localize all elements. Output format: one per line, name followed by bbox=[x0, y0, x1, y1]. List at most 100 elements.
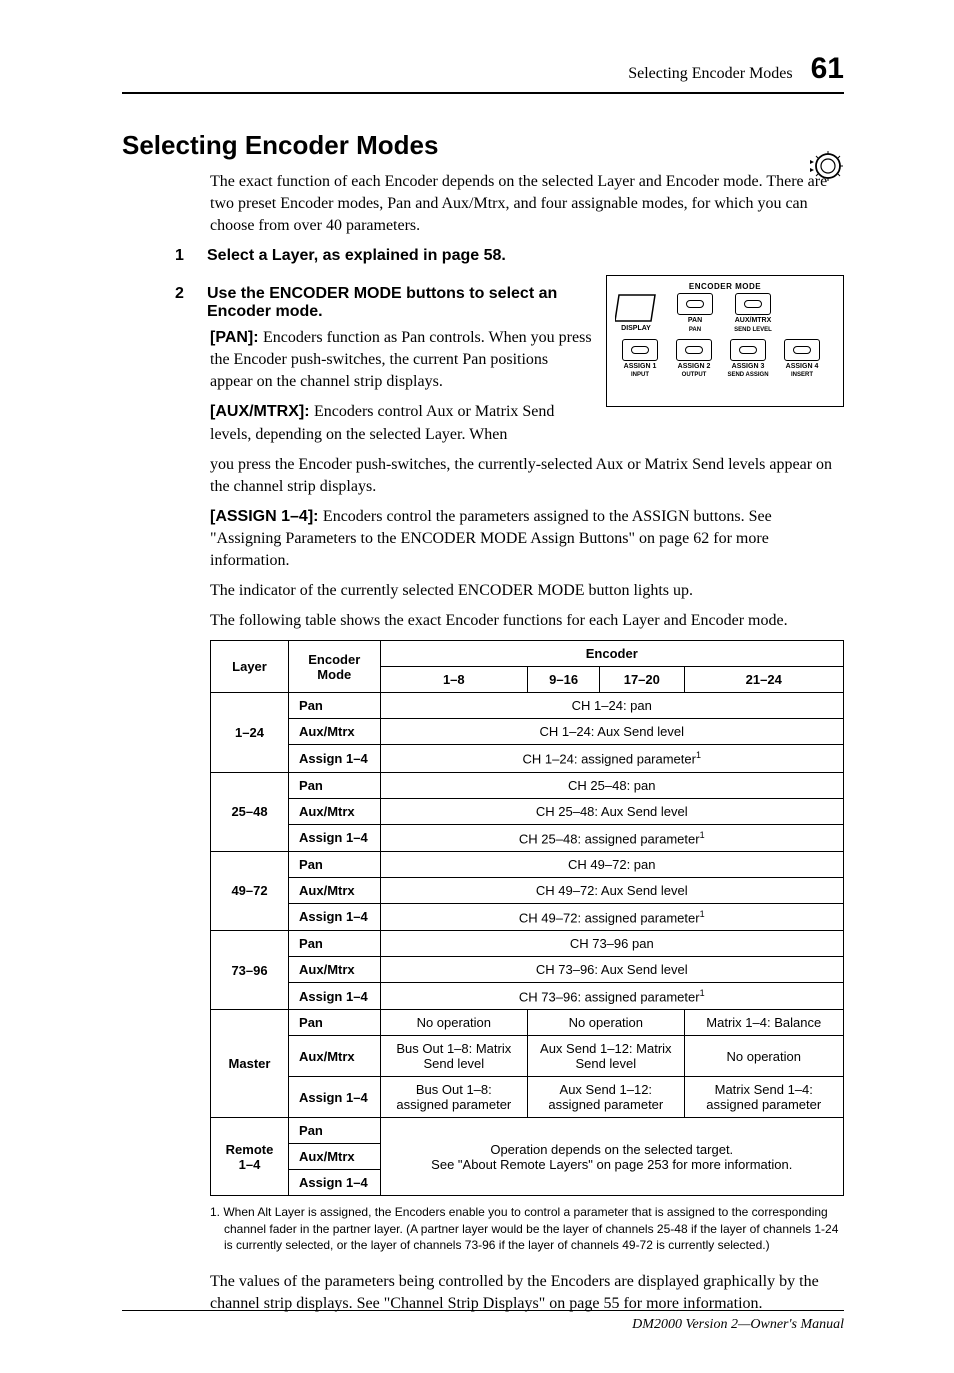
assign-2-button: ASSIGN 2 OUTPUT bbox=[669, 339, 719, 378]
table-cell: CH 1–24: assigned parameter1 bbox=[380, 745, 843, 772]
step-1: 1 Select a Layer, as explained in page 5… bbox=[175, 247, 844, 265]
mode-cell: Aux/Mtrx bbox=[289, 957, 380, 983]
aux-btn-sub: SEND LEVEL bbox=[734, 327, 772, 333]
aux-description-2: you press the Encoder push-switches, the… bbox=[210, 454, 844, 498]
th-encoder: Encoder bbox=[380, 641, 843, 667]
assign1-sub: INPUT bbox=[631, 372, 649, 378]
assign1-label: ASSIGN 1 bbox=[624, 363, 657, 370]
mode-cell: Pan bbox=[289, 772, 380, 798]
mode-cell: Pan bbox=[289, 1118, 380, 1144]
mode-cell: Assign 1–4 bbox=[289, 903, 380, 930]
mode-cell: Aux/Mtrx bbox=[289, 877, 380, 903]
pan-body: Encoders function as Pan controls. When … bbox=[210, 329, 592, 390]
mode-cell: Pan bbox=[289, 693, 380, 719]
step-number: 2 bbox=[175, 285, 189, 321]
aux-mtrx-button: AUX/MTRX SEND LEVEL bbox=[725, 293, 781, 332]
assign4-label: ASSIGN 4 bbox=[786, 363, 819, 370]
table-cell: Aux Send 1–12: assigned parameter bbox=[528, 1077, 684, 1118]
mode-cell: Pan bbox=[289, 1010, 380, 1036]
display-label: DISPLAY bbox=[621, 325, 651, 332]
table-cell: CH 25–48: pan bbox=[380, 772, 843, 798]
mode-cell: Aux/Mtrx bbox=[289, 1144, 380, 1170]
assign-1-button: ASSIGN 1 INPUT bbox=[615, 339, 665, 378]
encoder-knob-icon bbox=[808, 148, 844, 189]
closing-paragraph: The values of the parameters being contr… bbox=[210, 1271, 844, 1315]
step-number: 1 bbox=[175, 247, 189, 265]
assign-4-button: ASSIGN 4 INSERT bbox=[777, 339, 827, 378]
mode-cell: Assign 1–4 bbox=[289, 983, 380, 1010]
assign-description: [ASSIGN 1–4]: Encoders control the param… bbox=[210, 506, 844, 572]
assign-label: [ASSIGN 1–4]: bbox=[210, 508, 323, 525]
table-cell: Aux Send 1–12: Matrix Send level bbox=[528, 1036, 684, 1077]
table-cell: CH 73–96: Aux Send level bbox=[380, 957, 843, 983]
assign2-label: ASSIGN 2 bbox=[678, 363, 711, 370]
encoder-function-table: Layer Encoder Mode Encoder 1–8 9–16 17–2… bbox=[210, 640, 844, 1196]
th-layer: Layer bbox=[211, 641, 289, 693]
step-text: Select a Layer, as explained in page 58. bbox=[207, 247, 844, 265]
table-cell: Bus Out 1–8: assigned parameter bbox=[380, 1077, 528, 1118]
table-cell: CH 1–24: pan bbox=[380, 693, 843, 719]
assign2-sub: OUTPUT bbox=[682, 372, 707, 378]
pan-button: PAN PAN bbox=[673, 293, 717, 332]
table-cell: No operation bbox=[684, 1036, 844, 1077]
assign3-sub: SEND ASSIGN bbox=[727, 372, 768, 378]
mode-cell: Assign 1–4 bbox=[289, 824, 380, 851]
table-cell: CH 49–72: pan bbox=[380, 851, 843, 877]
table-cell: CH 1–24: Aux Send level bbox=[380, 719, 843, 745]
th-col-9-16: 9–16 bbox=[528, 667, 600, 693]
header-page-number: 61 bbox=[811, 52, 844, 86]
layer-cell: 25–48 bbox=[211, 772, 289, 851]
pan-label: [PAN]: bbox=[210, 329, 263, 346]
aux-btn-label: AUX/MTRX bbox=[735, 317, 772, 324]
mode-cell: Pan bbox=[289, 931, 380, 957]
table-cell: CH 49–72: assigned parameter1 bbox=[380, 903, 843, 930]
table-cell: Matrix Send 1–4: assigned parameter bbox=[684, 1077, 844, 1118]
assign4-sub: INSERT bbox=[791, 372, 813, 378]
aux-label: [AUX/MTRX]: bbox=[210, 403, 314, 420]
page-footer: DM2000 Version 2—Owner's Manual bbox=[122, 1310, 844, 1333]
layer-cell: Remote 1–4 bbox=[211, 1118, 289, 1196]
aux-description-1: [AUX/MTRX]: Encoders control Aux or Matr… bbox=[210, 401, 592, 445]
mode-cell: Assign 1–4 bbox=[289, 1170, 380, 1196]
encoder-mode-panel: ENCODER MODE DISPLAY PAN PAN AUX/MTRX SE… bbox=[606, 275, 844, 407]
table-cell: CH 73–96 pan bbox=[380, 931, 843, 957]
mode-cell: Assign 1–4 bbox=[289, 1077, 380, 1118]
table-cell: Operation depends on the selected target… bbox=[380, 1118, 843, 1196]
footnote-number: 1. bbox=[210, 1205, 223, 1219]
th-encoder-mode: Encoder Mode bbox=[289, 641, 380, 693]
page-title: Selecting Encoder Modes bbox=[122, 130, 844, 161]
assign-3-button: ASSIGN 3 SEND ASSIGN bbox=[723, 339, 773, 378]
table-cell: CH 25–48: Aux Send level bbox=[380, 798, 843, 824]
table-cell: CH 25–48: assigned parameter1 bbox=[380, 824, 843, 851]
table-cell: CH 73–96: assigned parameter1 bbox=[380, 983, 843, 1010]
footnote-text: When Alt Layer is assigned, the Encoders… bbox=[223, 1205, 838, 1251]
indicator-note: The indicator of the currently selected … bbox=[210, 580, 844, 602]
th-col-21-24: 21–24 bbox=[684, 667, 844, 693]
mode-cell: Aux/Mtrx bbox=[289, 798, 380, 824]
layer-cell: 49–72 bbox=[211, 851, 289, 930]
header-section-title: Selecting Encoder Modes bbox=[628, 65, 792, 83]
table-cell: No operation bbox=[528, 1010, 684, 1036]
table-lead: The following table shows the exact Enco… bbox=[210, 610, 844, 632]
layer-cell: 1–24 bbox=[211, 693, 289, 772]
table-footnote: 1. When Alt Layer is assigned, the Encod… bbox=[210, 1204, 844, 1253]
mode-cell: Assign 1–4 bbox=[289, 745, 380, 772]
step-2: 2 Use the ENCODER MODE buttons to select… bbox=[175, 285, 592, 321]
pan-description: [PAN]: Encoders function as Pan controls… bbox=[210, 327, 592, 393]
th-col-17-20: 17–20 bbox=[600, 667, 684, 693]
assign3-label: ASSIGN 3 bbox=[732, 363, 765, 370]
pan-btn-label: PAN bbox=[688, 317, 702, 324]
layer-cell: 73–96 bbox=[211, 931, 289, 1010]
table-cell: CH 49–72: Aux Send level bbox=[380, 877, 843, 903]
mode-cell: Pan bbox=[289, 851, 380, 877]
mode-cell: Aux/Mtrx bbox=[289, 719, 380, 745]
page-header: Selecting Encoder Modes 61 bbox=[122, 52, 844, 94]
pan-btn-sub: PAN bbox=[689, 327, 701, 333]
step-text: Use the ENCODER MODE buttons to select a… bbox=[207, 285, 592, 321]
table-cell: Bus Out 1–8: Matrix Send level bbox=[380, 1036, 528, 1077]
mode-cell: Aux/Mtrx bbox=[289, 1036, 380, 1077]
panel-title: ENCODER MODE bbox=[615, 282, 835, 291]
display-button: DISPLAY bbox=[615, 293, 657, 332]
table-cell: No operation bbox=[380, 1010, 528, 1036]
table-cell: Matrix 1–4: Balance bbox=[684, 1010, 844, 1036]
